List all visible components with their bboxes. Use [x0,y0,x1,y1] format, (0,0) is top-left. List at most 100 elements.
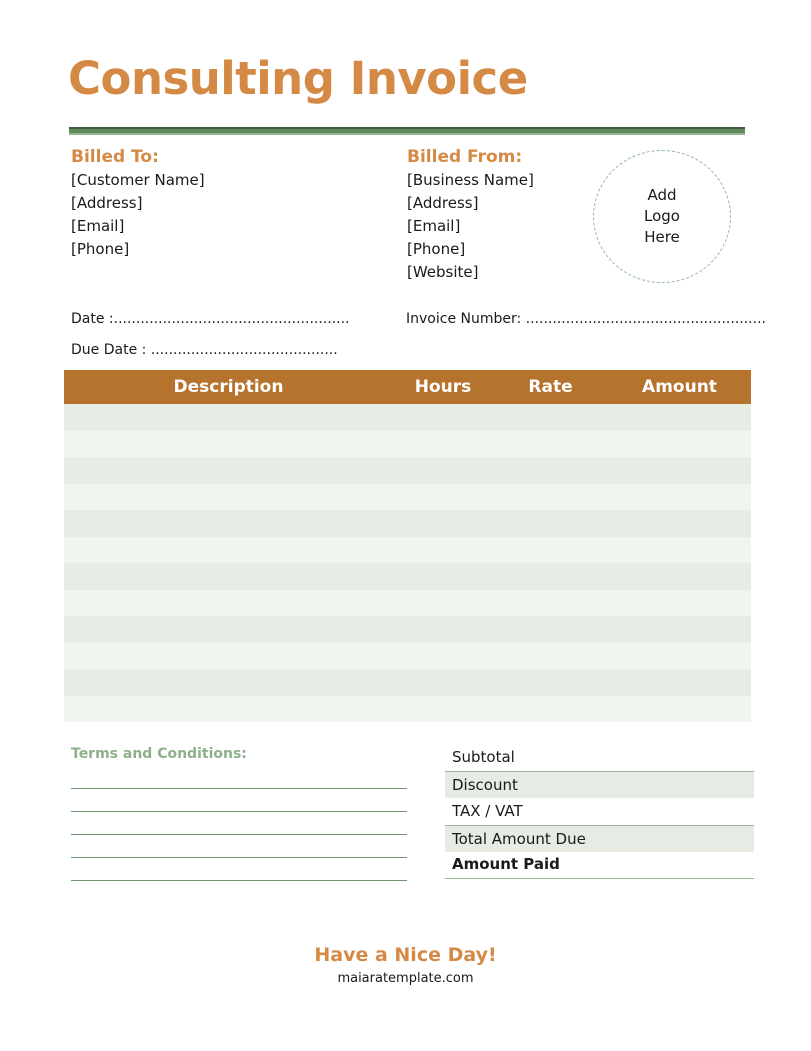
cell-amount[interactable] [608,616,751,643]
footer-website[interactable]: maiaratemplate.com [0,971,811,986]
customer-email[interactable]: [Email] [71,215,205,238]
cell-hours[interactable] [393,430,493,457]
cell-hours[interactable] [393,642,493,669]
logo-text-line: Here [644,228,680,246]
cell-rate[interactable] [493,483,608,510]
table-row [64,430,751,457]
terms-line[interactable] [71,811,407,812]
cell-description[interactable] [64,669,393,696]
cell-description[interactable] [64,483,393,510]
terms-heading: Terms and Conditions: [71,746,247,762]
cell-rate[interactable] [493,536,608,563]
cell-amount[interactable] [608,483,751,510]
cell-description[interactable] [64,616,393,643]
cell-description[interactable] [64,589,393,616]
total-due-row[interactable]: Total Amount Due [445,825,754,852]
cell-rate[interactable] [493,642,608,669]
table-row [64,457,751,484]
business-phone[interactable]: [Phone] [407,238,534,261]
cell-hours[interactable] [393,669,493,696]
cell-rate[interactable] [493,430,608,457]
table-row [64,536,751,563]
cell-amount[interactable] [608,589,751,616]
terms-section: Terms and Conditions: [71,746,407,881]
cell-hours[interactable] [393,589,493,616]
due-date-field[interactable]: Due Date : .............................… [71,342,338,358]
terms-line[interactable] [71,880,407,881]
cell-amount[interactable] [608,563,751,590]
cell-amount[interactable] [608,510,751,537]
cell-amount[interactable] [608,642,751,669]
cell-rate[interactable] [493,510,608,537]
cell-description[interactable] [64,404,393,431]
amount-paid-row[interactable]: Amount Paid [445,852,754,879]
cell-rate[interactable] [493,404,608,431]
terms-line[interactable] [71,834,407,835]
invoice-number-field[interactable]: Invoice Number: ........................… [406,311,766,327]
terms-line[interactable] [71,857,407,858]
cell-hours[interactable] [393,536,493,563]
cell-amount[interactable] [608,457,751,484]
billed-to-heading: Billed To: [71,147,159,167]
discount-row[interactable]: Discount [445,771,754,798]
logo-placeholder[interactable]: Add Logo Here [593,150,731,283]
table-row [64,483,751,510]
cell-hours[interactable] [393,563,493,590]
table-row [64,510,751,537]
subtotal-row[interactable]: Subtotal [445,744,754,771]
cell-description[interactable] [64,510,393,537]
cell-rate[interactable] [493,563,608,590]
cell-rate[interactable] [493,695,608,722]
logo-text-line: Logo [644,207,680,225]
table-row [64,669,751,696]
tax-row[interactable]: TAX / VAT [445,798,754,825]
cell-rate[interactable] [493,589,608,616]
cell-rate[interactable] [493,457,608,484]
cell-amount[interactable] [608,404,751,431]
customer-address[interactable]: [Address] [71,192,205,215]
business-email[interactable]: [Email] [407,215,534,238]
business-address[interactable]: [Address] [407,192,534,215]
logo-text-line: Add [647,186,677,204]
cell-hours[interactable] [393,616,493,643]
cell-description[interactable] [64,563,393,590]
business-name[interactable]: [Business Name] [407,169,534,192]
invoice-title: Consulting Invoice [68,52,528,105]
billed-from-heading: Billed From: [407,147,523,167]
cell-description[interactable] [64,457,393,484]
cell-amount[interactable] [608,430,751,457]
cell-hours[interactable] [393,483,493,510]
cell-description[interactable] [64,430,393,457]
table-row [64,616,751,643]
line-items-table: Description Hours Rate Amount [64,370,751,722]
billed-from-section: Billed From: [Business Name] [Address] [… [407,146,534,284]
table-row [64,589,751,616]
cell-hours[interactable] [393,510,493,537]
customer-phone[interactable]: [Phone] [71,238,205,261]
cell-rate[interactable] [493,616,608,643]
table-row [64,695,751,722]
footer-message: Have a Nice Day! [314,944,497,966]
date-field[interactable]: Date :..................................… [71,311,350,327]
totals-section: Subtotal Discount TAX / VAT Total Amount… [445,744,754,879]
customer-name[interactable]: [Customer Name] [71,169,205,192]
cell-rate[interactable] [493,669,608,696]
table-header-row: Description Hours Rate Amount [64,370,751,404]
cell-description[interactable] [64,642,393,669]
header-divider [69,127,745,135]
table-row [64,563,751,590]
cell-amount[interactable] [608,695,751,722]
table-row [64,404,751,431]
column-header-description: Description [64,370,393,404]
cell-hours[interactable] [393,695,493,722]
table-row [64,642,751,669]
terms-line[interactable] [71,788,407,789]
cell-description[interactable] [64,536,393,563]
business-website[interactable]: [Website] [407,261,534,284]
cell-description[interactable] [64,695,393,722]
cell-hours[interactable] [393,457,493,484]
cell-amount[interactable] [608,536,751,563]
cell-amount[interactable] [608,669,751,696]
billed-to-section: Billed To: [Customer Name] [Address] [Em… [71,146,205,261]
cell-hours[interactable] [393,404,493,431]
